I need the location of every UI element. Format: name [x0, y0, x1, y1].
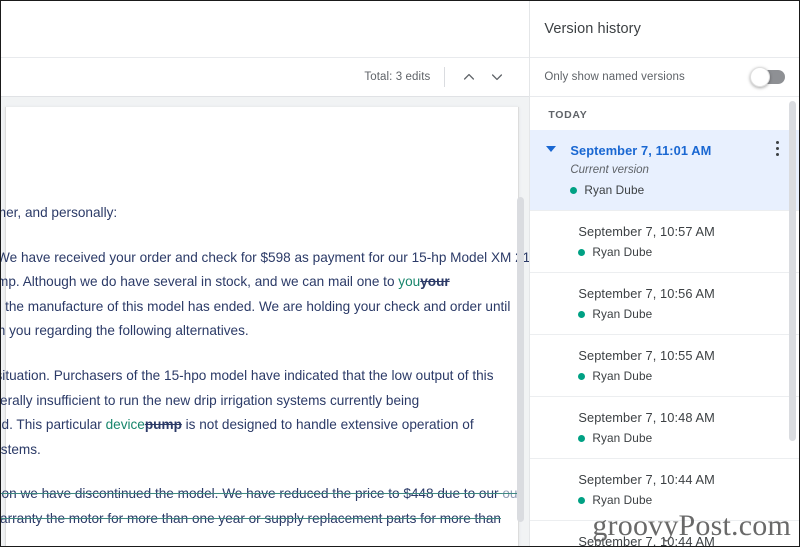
- version-list[interactable]: TODAY September 7, 11:01 AM Current versi…: [530, 97, 799, 546]
- document-text-run: is not designed to handle extensive oper…: [181, 417, 474, 433]
- version-list-item[interactable]: September 7, 11:01 AM Current version Ryan…: [530, 130, 799, 210]
- version-timestamp: September 7, 10:55 AM: [578, 348, 715, 363]
- chevron-up-icon: [464, 73, 475, 80]
- inserted-text: you: [398, 274, 421, 290]
- site-watermark: groovyPost.com: [592, 509, 791, 542]
- author-color-dot: [578, 310, 586, 318]
- version-author: Ryan Dube: [578, 369, 783, 383]
- document-text-run: irrigation pump. Although we do have sev…: [1, 274, 395, 290]
- version-rows-container: September 7, 11:01 AM Current version Ryan…: [530, 130, 799, 546]
- deleted-text: pump: [144, 417, 182, 433]
- document-paragraph: Dear Customer, and personally:: [1, 201, 506, 226]
- document-paragraph: For this reason we have discontinued the…: [1, 482, 522, 531]
- version-history-screen: Total: 3 edits Dear Customer, and person…: [1, 1, 799, 546]
- total-edits-label: Total: 3 edits: [364, 71, 431, 83]
- version-author-name: Ryan Dube: [592, 369, 653, 383]
- author-color-dot: [578, 496, 586, 504]
- document-text-run: Dear Customer, and personally:: [1, 205, 118, 220]
- panel-title: Version history: [544, 21, 641, 37]
- only-named-versions-row[interactable]: Only show named versions: [530, 58, 799, 97]
- document-text-run: the larger systems.: [1, 441, 41, 457]
- document-text-run: Here is the situation. Purchasers of the…: [1, 367, 494, 383]
- document-pane: Total: 3 edits Dear Customer, and person…: [1, 1, 531, 546]
- toggle-knob: [750, 67, 770, 87]
- only-named-versions-label: Only show named versions: [544, 71, 685, 83]
- document-text-run: Thank you. We have received your order a…: [1, 249, 529, 265]
- document-canvas[interactable]: Dear Customer, and personally: Thank you.…: [1, 97, 530, 546]
- author-color-dot: [578, 372, 586, 380]
- document-text-run: we hear from you regarding the following…: [1, 323, 249, 339]
- version-list-item[interactable]: September 7, 10:55 AM Ryan Dube: [530, 334, 799, 396]
- document-topbar: [1, 1, 530, 58]
- version-timestamp: September 7, 10:44 AM: [578, 472, 715, 487]
- document-text-run: manufactured. This particular: [1, 417, 102, 433]
- chevron-down-icon: [492, 74, 503, 81]
- document-text-run: inability to warranty the motor for more…: [1, 510, 501, 526]
- inserted-text: device: [105, 417, 145, 433]
- document-text-run: For this reason we have discontinued the…: [1, 486, 499, 502]
- version-author-name: Ryan Dube: [584, 183, 645, 197]
- version-author: Ryan Dube: [570, 183, 783, 197]
- author-color-dot: [578, 248, 586, 256]
- version-timestamp: September 7, 11:01 AM: [570, 143, 712, 158]
- version-timestamp: September 7, 10:48 AM: [578, 410, 715, 425]
- document-text-run: pump is generally insufficient to run th…: [1, 392, 420, 408]
- version-author-name: Ryan Dube: [592, 431, 653, 445]
- next-edit-button[interactable]: [483, 63, 511, 91]
- only-named-versions-toggle[interactable]: [750, 67, 785, 87]
- version-author: Ryan Dube: [578, 307, 783, 321]
- caret-down-icon[interactable]: [546, 146, 557, 152]
- version-list-item[interactable]: September 7, 10:48 AM Ryan Dube: [530, 396, 799, 458]
- author-color-dot: [578, 434, 586, 442]
- document-body-text: Dear Customer, and personally: Thank you.…: [1, 201, 529, 546]
- document-paragraph: Thank you. We have received your order a…: [1, 246, 529, 344]
- version-author-name: Ryan Dube: [592, 245, 653, 259]
- version-timestamp: September 7, 10:56 AM: [578, 286, 715, 301]
- version-list-scrollbar[interactable]: [789, 101, 796, 441]
- version-author-name: Ryan Dube: [592, 307, 653, 321]
- version-author-name: Ryan Dube: [592, 493, 653, 507]
- version-author: Ryan Dube: [578, 431, 783, 445]
- author-color-dot: [570, 186, 578, 194]
- previous-edit-button[interactable]: [455, 63, 483, 91]
- version-author: Ryan Dube: [578, 245, 783, 259]
- version-list-item[interactable]: September 7, 10:57 AM Ryan Dube: [530, 210, 799, 272]
- document-page[interactable]: Dear Customer, and personally: Thank you.…: [1, 107, 529, 546]
- deleted-text: your: [420, 274, 450, 290]
- version-author: Ryan Dube: [578, 493, 783, 507]
- document-text-run: immediately, the manufacture of this mod…: [1, 298, 511, 314]
- document-scrollbar[interactable]: [517, 197, 525, 522]
- document-paragraph: Here is the situation. Purchasers of the…: [1, 364, 506, 462]
- kebab-menu-icon[interactable]: [768, 141, 786, 156]
- version-history-panel: Version history Only show named versions…: [530, 1, 799, 546]
- day-group-label: TODAY: [548, 109, 588, 121]
- version-subtitle: Current version: [570, 164, 649, 176]
- edit-navigation-bar: Total: 3 edits: [1, 58, 530, 97]
- version-list-item[interactable]: September 7, 10:56 AM Ryan Dube: [530, 272, 799, 334]
- version-timestamp: September 7, 10:57 AM: [578, 224, 715, 239]
- toolbar-divider: [444, 67, 446, 87]
- version-history-header: Version history: [530, 1, 799, 58]
